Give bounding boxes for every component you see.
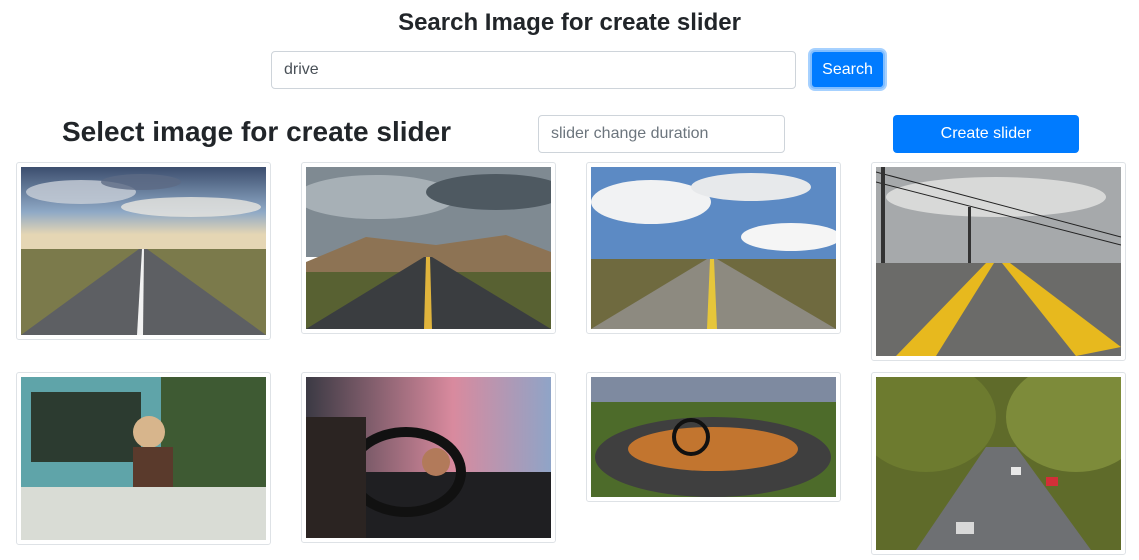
- image-card-convertible[interactable]: [586, 372, 841, 502]
- road-photo-image: [21, 167, 266, 335]
- road-photo-image: [591, 167, 836, 329]
- road-photo-image: [876, 167, 1121, 356]
- image-card-woman-truck[interactable]: [16, 372, 271, 545]
- slider-duration-input[interactable]: [538, 115, 785, 153]
- search-input[interactable]: [271, 51, 796, 89]
- search-button[interactable]: Search: [810, 50, 885, 89]
- create-slider-button[interactable]: Create slider: [893, 115, 1079, 153]
- section-heading: Select image for create slider: [62, 116, 452, 147]
- image-card-road-1[interactable]: [16, 162, 271, 340]
- page-title: Search Image for create slider: [398, 9, 741, 36]
- truck-photo-image: [21, 377, 266, 540]
- image-card-steering-wheel[interactable]: [301, 372, 556, 543]
- image-card-avenue[interactable]: [871, 372, 1126, 555]
- convertible-photo-image: [591, 377, 836, 497]
- image-card-road-2[interactable]: [301, 162, 556, 334]
- steering-photo-image: [306, 377, 551, 538]
- road-photo-image: [306, 167, 551, 329]
- image-card-road-4[interactable]: [871, 162, 1126, 361]
- image-card-road-3[interactable]: [586, 162, 841, 334]
- avenue-photo-image: [876, 377, 1121, 550]
